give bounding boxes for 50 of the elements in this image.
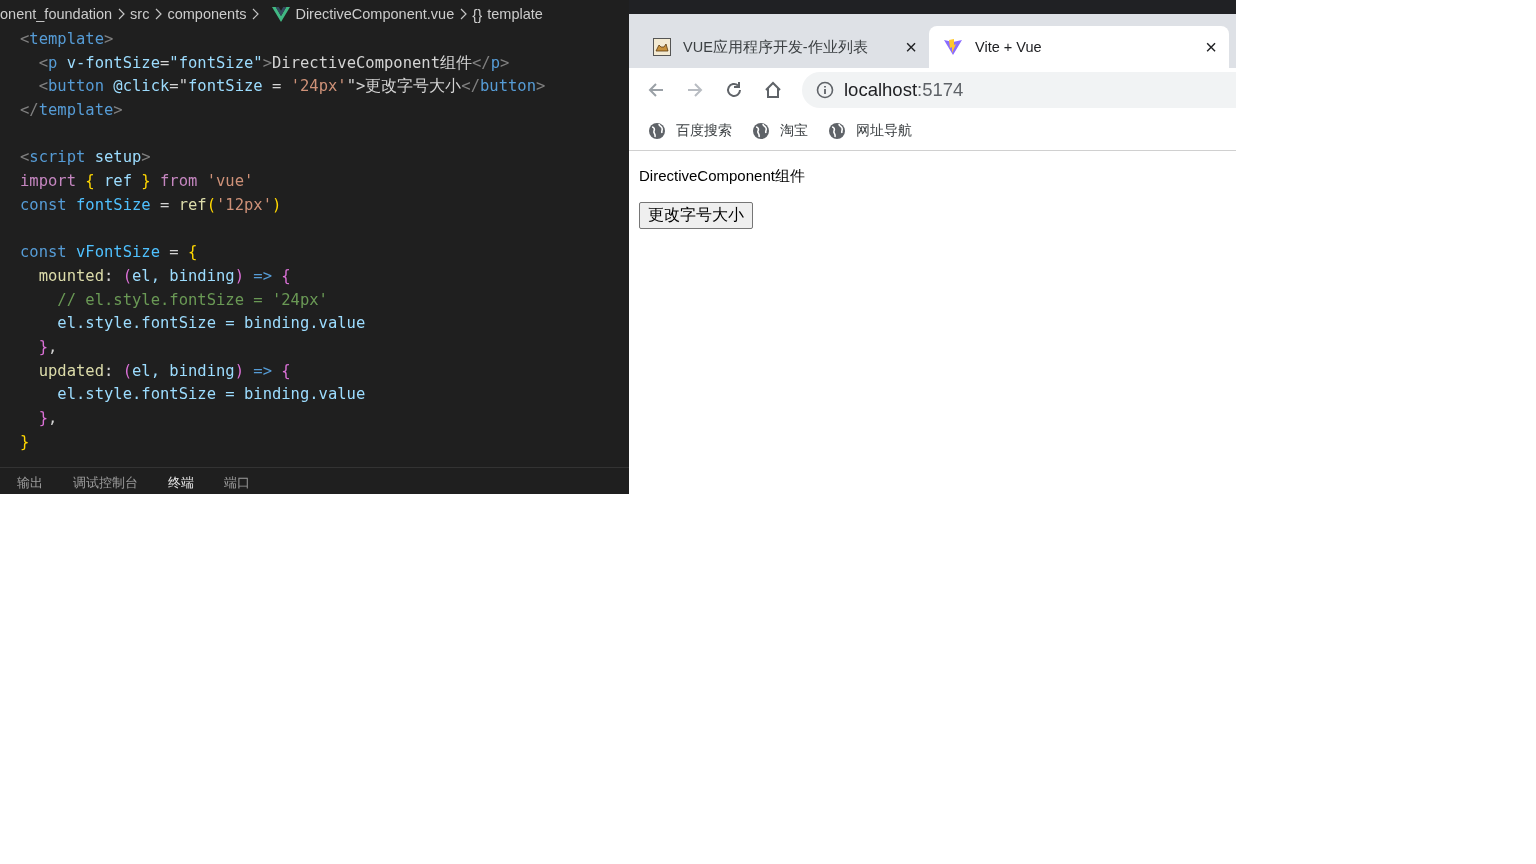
address-bar[interactable]: localhost:5174 xyxy=(802,72,1236,108)
code-line: }, xyxy=(37,336,58,358)
code-line: el.style.fontSize = binding.value xyxy=(56,313,366,335)
browser-tab[interactable]: VUE应用程序开发-作业列表 × xyxy=(639,26,929,68)
code-line: }, xyxy=(37,408,58,429)
breadcrumb-item[interactable]: onent_foundation xyxy=(0,6,113,22)
reload-icon[interactable] xyxy=(724,80,744,100)
code-line: <template> xyxy=(20,29,114,50)
code-line: mounted: (el, binding) => { xyxy=(37,265,291,287)
vue-logo-icon xyxy=(272,6,291,22)
panel-tab[interactable]: 终端 xyxy=(168,475,194,494)
code-line: import { ref } from 'vue' xyxy=(20,171,254,193)
code-line: el.style.fontSize = binding.value xyxy=(56,384,366,406)
code-line: updated: (el, binding) => { xyxy=(37,360,291,382)
home-icon[interactable] xyxy=(763,80,783,100)
breadcrumb-item[interactable]: src xyxy=(130,6,150,22)
tab-title: VUE应用程序开发-作业列表 xyxy=(683,37,869,57)
globe-icon xyxy=(648,122,666,140)
chevron-icon xyxy=(154,8,163,20)
code-line: const vFontSize = { xyxy=(20,242,198,264)
code-line: } xyxy=(20,431,30,453)
code-line: const fontSize = ref('12px') xyxy=(20,194,282,216)
close-tab-button[interactable]: × xyxy=(905,35,917,59)
chevron-icon xyxy=(459,8,468,20)
chevron-icon xyxy=(117,8,126,20)
panel-tab[interactable]: 输出 xyxy=(17,475,43,494)
close-tab-button[interactable]: × xyxy=(1205,35,1217,59)
info-icon xyxy=(816,81,834,99)
globe-icon xyxy=(752,122,770,140)
code-line: <script setup> xyxy=(20,147,151,169)
change-font-size-button[interactable]: 更改字号大小 xyxy=(639,202,753,229)
bookmark-item[interactable]: 百度搜索 xyxy=(648,122,732,140)
breadcrumb-item[interactable]: components xyxy=(167,6,247,22)
tab-title: Vite + Vue xyxy=(975,39,1043,55)
browser-tab[interactable]: Vite + Vue × xyxy=(929,26,1229,68)
globe-icon xyxy=(828,122,846,140)
code-line: </template> xyxy=(20,100,123,122)
braces-icon: {} xyxy=(472,5,483,23)
paragraph-text: DirectiveComponent组件 xyxy=(639,167,806,186)
bookmark-item[interactable]: 淘宝 xyxy=(752,122,808,140)
chevron-icon xyxy=(251,8,260,20)
code-line: // el.style.fontSize = '24px' xyxy=(56,289,328,311)
breadcrumb-item[interactable]: template xyxy=(487,6,543,22)
panel-tab[interactable]: 调试控制台 xyxy=(73,475,138,494)
code-line: <button @click="fontSize = '24px'">更改字号大小</button> xyxy=(37,76,546,98)
code-line: <p v-fontSize="fontSize">DirectiveComponent组件</p> xyxy=(37,52,510,74)
bookmark-item[interactable]: 网址导航 xyxy=(828,122,912,140)
breadcrumb-item[interactable]: DirectiveComponent.vue xyxy=(295,6,455,22)
panel-tab[interactable]: 端口 xyxy=(224,475,250,494)
lightning-favicon-icon xyxy=(943,37,963,57)
